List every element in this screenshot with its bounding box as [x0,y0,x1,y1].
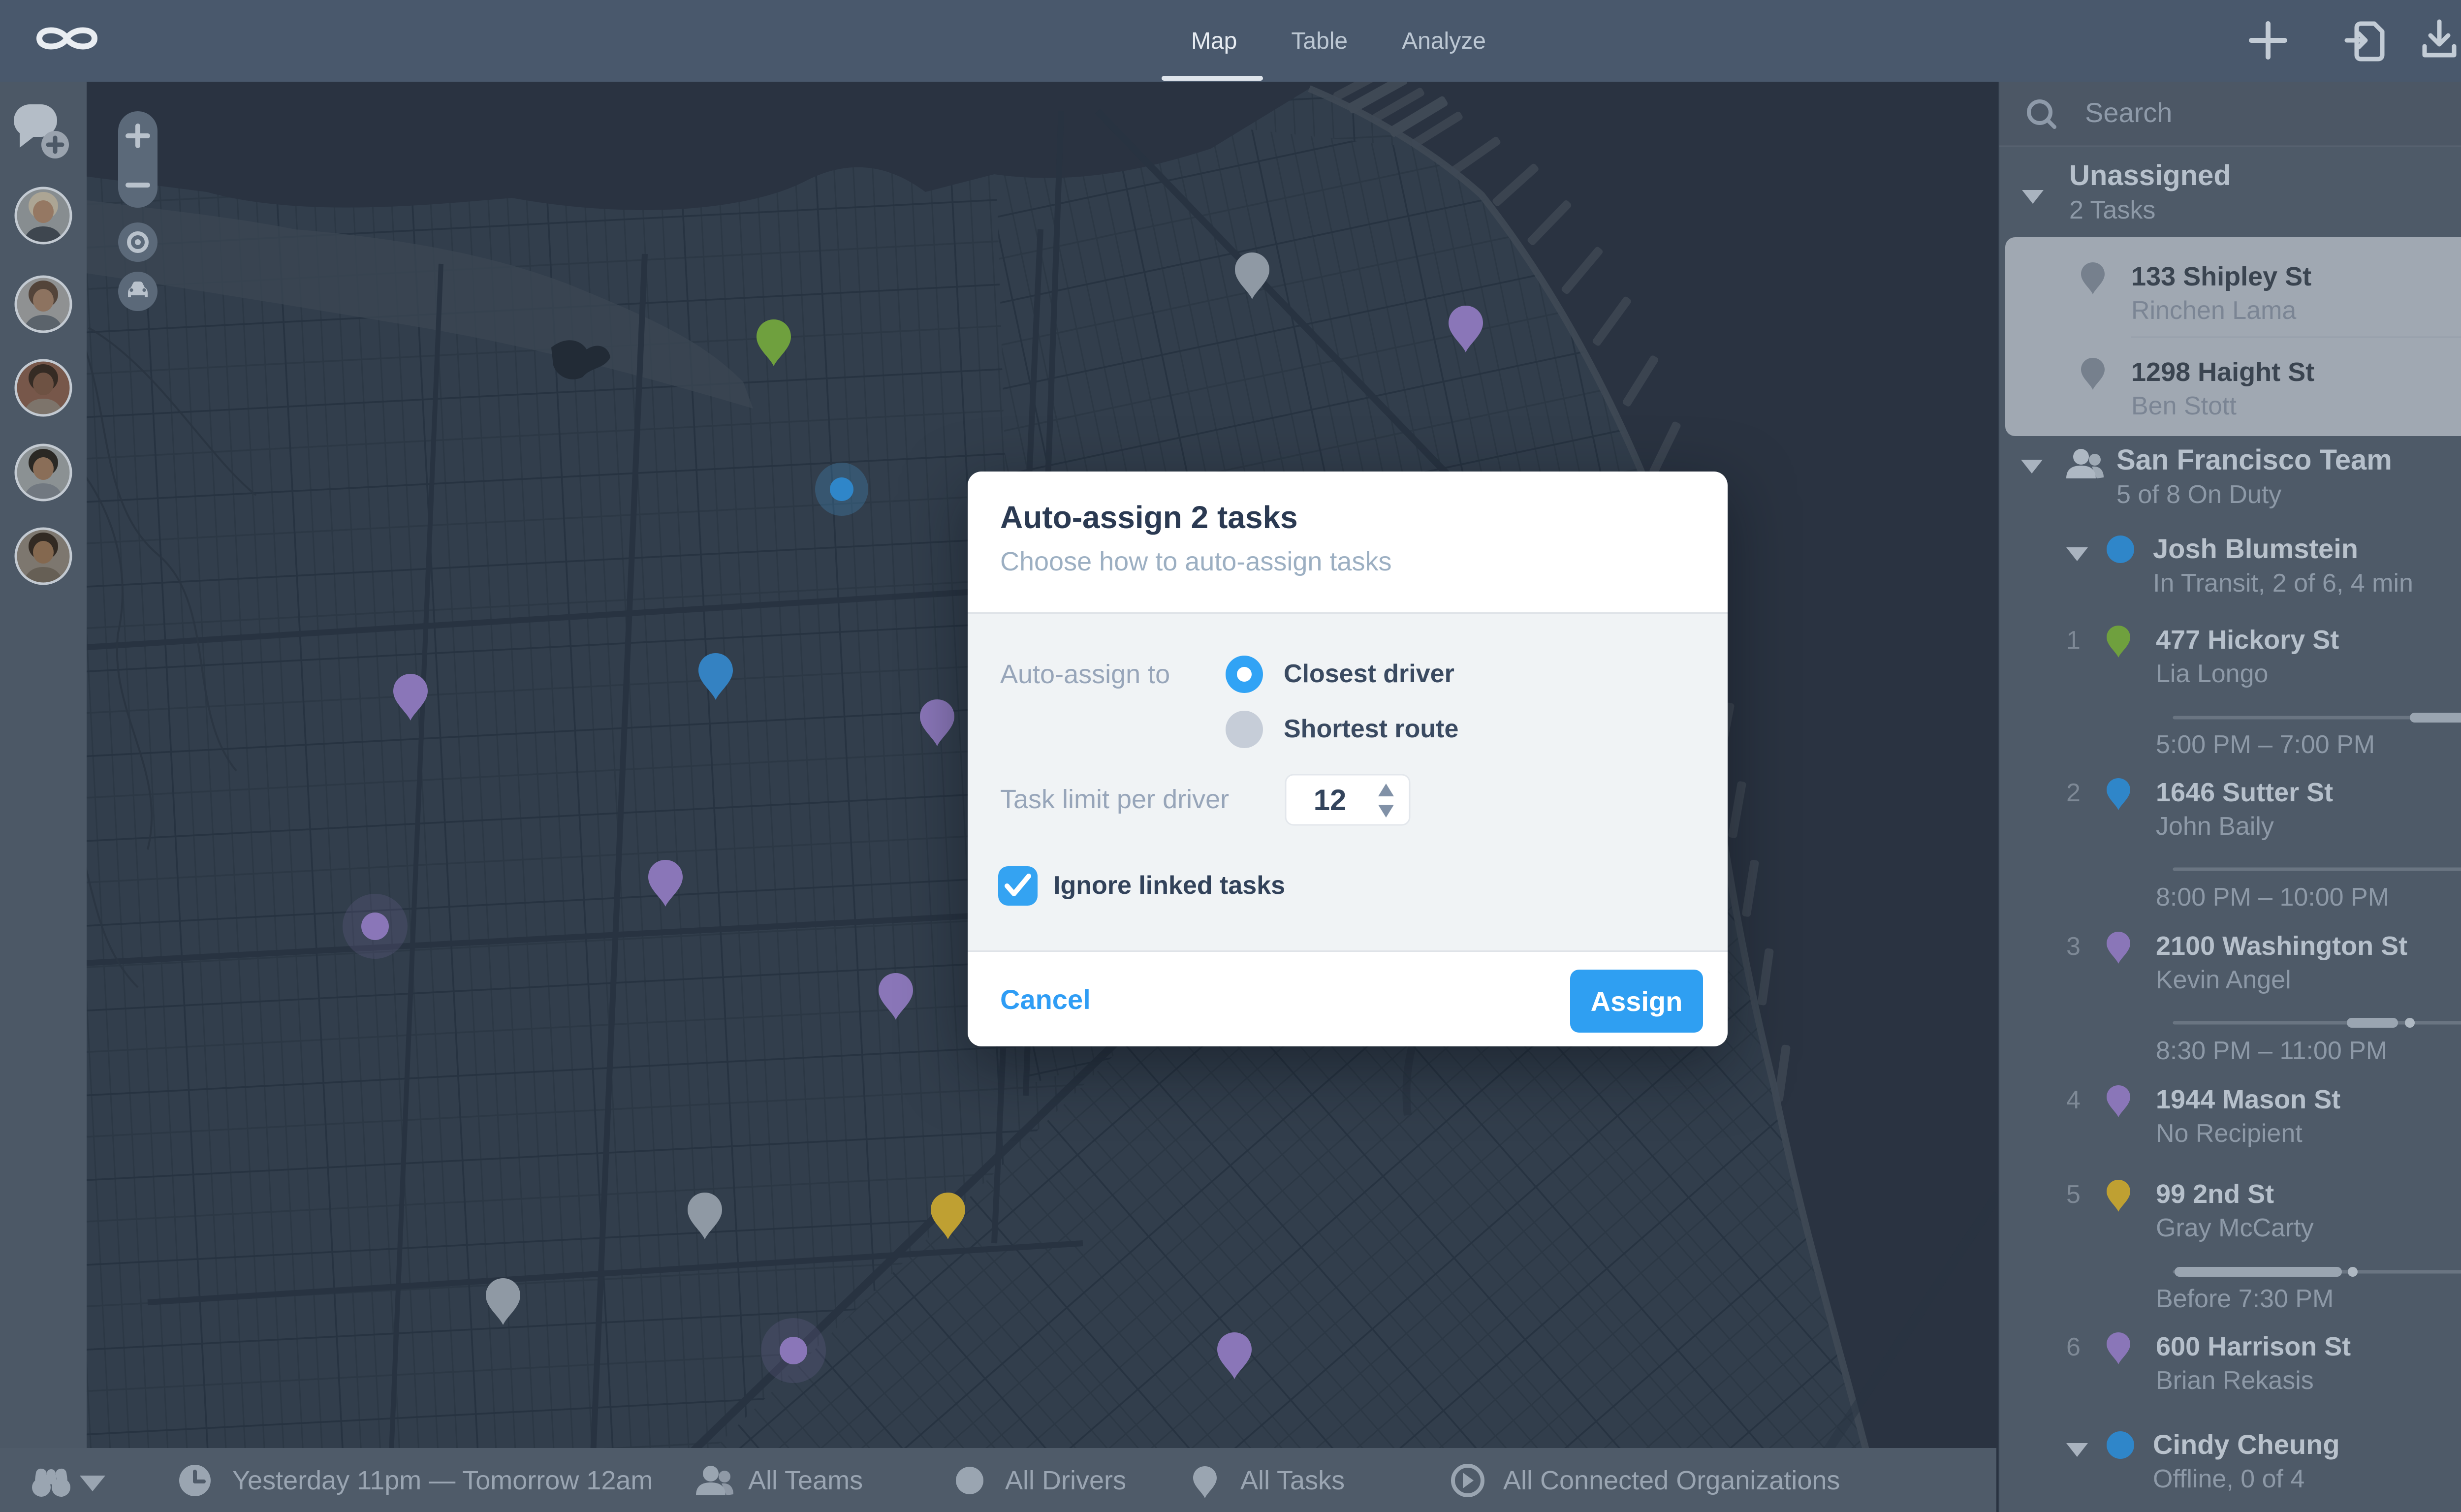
svg-text:5: 5 [2066,1180,2081,1209]
svg-text:Cindy Cheung: Cindy Cheung [2153,1429,2340,1460]
svg-text:In Transit, 2 of 6, 4 min: In Transit, 2 of 6, 4 min [2153,569,2413,598]
svg-text:Yesterday 11pm — Tomorrow 12am: Yesterday 11pm — Tomorrow 12am [232,1466,653,1495]
svg-text:Closest driver: Closest driver [1284,660,1454,688]
svg-text:Unassigned: Unassigned [2069,159,2231,191]
svg-text:Lia Longo: Lia Longo [2156,660,2268,688]
svg-text:5 of 8 On Duty: 5 of 8 On Duty [2116,480,2281,509]
svg-text:1944 Mason St: 1944 Mason St [2156,1085,2340,1114]
svg-text:2: 2 [2066,779,2081,807]
svg-text:Task limit per driver: Task limit per driver [1000,785,1229,814]
svg-text:8:00 PM – 10:00 PM: 8:00 PM – 10:00 PM [2156,883,2389,912]
svg-text:5:00 PM – 7:00 PM: 5:00 PM – 7:00 PM [2156,730,2375,759]
svg-text:Offline, 0 of 4: Offline, 0 of 4 [2153,1465,2304,1493]
svg-text:2100 Washington St: 2100 Washington St [2156,931,2407,961]
svg-text:600 Harrison St: 600 Harrison St [2156,1332,2351,1361]
svg-text:Before 7:30 PM: Before 7:30 PM [2156,1285,2334,1313]
svg-text:6: 6 [2066,1333,2081,1361]
svg-text:133 Shipley St: 133 Shipley St [2131,262,2311,291]
svg-text:No Recipient: No Recipient [2156,1119,2303,1148]
svg-text:12: 12 [1314,784,1347,817]
svg-text:Cancel: Cancel [1000,984,1091,1015]
svg-text:1646 Sutter St: 1646 Sutter St [2156,778,2333,807]
svg-text:All Tasks: All Tasks [1240,1466,1345,1495]
svg-text:Brian Rekasis: Brian Rekasis [2156,1366,2314,1395]
svg-text:99 2nd St: 99 2nd St [2156,1179,2274,1209]
svg-text:San Francisco Team: San Francisco Team [2116,444,2392,476]
svg-text:All Drivers: All Drivers [1005,1466,1126,1495]
svg-text:John Baily: John Baily [2156,812,2274,841]
svg-text:4: 4 [2066,1086,2081,1114]
svg-text:1298 Haight St: 1298 Haight St [2131,357,2314,387]
svg-text:Search: Search [2085,97,2172,128]
svg-text:All Teams: All Teams [748,1466,863,1495]
svg-text:Gray McCarty: Gray McCarty [2156,1214,2314,1242]
svg-text:Kevin Angel: Kevin Angel [2156,966,2291,994]
svg-text:Shortest route: Shortest route [1284,715,1458,743]
svg-text:Auto-assign to: Auto-assign to [1000,660,1170,689]
svg-text:2 Tasks: 2 Tasks [2069,196,2155,224]
svg-text:1: 1 [2066,626,2081,655]
svg-text:All Connected Organizations: All Connected Organizations [1503,1466,1840,1495]
svg-text:Ignore linked tasks: Ignore linked tasks [1053,871,1285,900]
svg-text:477 Hickory St: 477 Hickory St [2156,625,2339,655]
svg-text:3: 3 [2066,932,2081,961]
svg-text:8:30 PM – 11:00 PM: 8:30 PM – 11:00 PM [2156,1037,2387,1065]
svg-text:Josh Blumstein: Josh Blumstein [2153,533,2358,564]
svg-text:Rinchen Lama: Rinchen Lama [2131,296,2296,325]
svg-text:Ben Stott: Ben Stott [2131,392,2237,420]
